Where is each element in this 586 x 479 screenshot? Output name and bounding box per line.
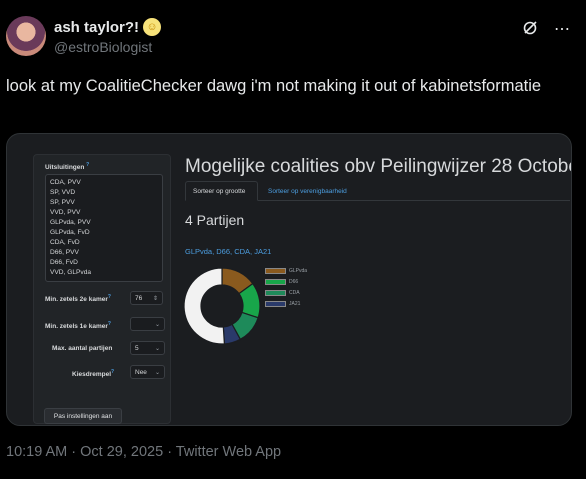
- legend-item: JA21: [265, 298, 307, 309]
- smiley-emoji-icon: ☺: [143, 18, 162, 36]
- max-parties-select[interactable]: 5 ⌄: [130, 341, 165, 355]
- tweet-actions: ⋯: [522, 20, 570, 40]
- min-seats-2nd-stepper[interactable]: 76 ⇕: [130, 291, 163, 305]
- settings-panel: Uitsluitingen ? CDA, PVV SP, VVD SP, PVV VV…: [33, 154, 171, 424]
- min-seats-2nd-label: Min. zetels 2e kamer?: [45, 294, 111, 304]
- min-seats-1st-select[interactable]: ⌄: [130, 317, 165, 331]
- author-row: ash taylor?! ☺: [54, 18, 162, 36]
- exclusions-label: Uitsluitingen ?: [45, 162, 90, 172]
- threshold-label: Kiesdrempel?: [72, 369, 115, 379]
- tab-sort-size[interactable]: Sorteer op grootte: [185, 181, 258, 201]
- exclusion-item: SP, VVD: [50, 189, 76, 196]
- exclusion-item: GLPvda, FvD: [50, 229, 90, 236]
- tweet-timestamp[interactable]: 10:19 AM · Oct 29, 2025 · Twitter Web Ap…: [6, 444, 281, 460]
- exclusion-item: VVD, GLPvda: [50, 269, 92, 276]
- chevron-down-icon: ⌄: [154, 321, 160, 328]
- exclusion-item: CDA, PVV: [50, 179, 81, 186]
- legend-swatch: [265, 300, 286, 307]
- tweet-text: look at my CoalitieChecker dawg i'm not …: [6, 77, 542, 95]
- legend-label: JA21: [289, 300, 301, 307]
- apply-settings-button[interactable]: Pas instellingen aan: [44, 408, 122, 424]
- legend-label: CDA: [289, 289, 300, 296]
- legend-swatch: [265, 267, 286, 274]
- threshold-select[interactable]: Nee ⌄: [130, 365, 165, 379]
- party-count: 4 Partijen: [185, 212, 245, 228]
- sort-tabs: Sorteer op grootte Sorteer op verenigbaa…: [185, 181, 570, 201]
- legend-item: D66: [265, 276, 307, 287]
- page-title: Mogelijke coalities obv Peilingwijzer 28…: [185, 156, 572, 177]
- legend-item: CDA: [265, 287, 307, 298]
- coalition-donut-chart: [183, 267, 261, 345]
- avatar[interactable]: [6, 16, 46, 56]
- exclusion-item: D66, FvD: [50, 259, 78, 266]
- handle[interactable]: @estroBiologist: [54, 39, 152, 55]
- min-seats-1st-label: Min. zetels 1e kamer?: [45, 321, 111, 331]
- chevron-down-icon: ⌄: [154, 345, 160, 352]
- exclusion-item: SP, PVV: [50, 199, 75, 206]
- donut-slice-remainder: [183, 267, 226, 345]
- exclusion-item: GLPvda, PVV: [50, 219, 91, 226]
- grok-icon[interactable]: [522, 20, 538, 40]
- chevron-down-icon: ⌄: [154, 369, 160, 376]
- more-options-icon[interactable]: ⋯: [554, 22, 570, 38]
- legend-swatch: [265, 278, 286, 285]
- legend-item: GLPvda: [265, 265, 307, 276]
- coalition-link[interactable]: GLPvda, D66, CDA, JA21: [185, 247, 271, 256]
- legend-label: D66: [289, 278, 299, 285]
- embedded-screenshot[interactable]: Uitsluitingen ? CDA, PVV SP, VVD SP, PVV VV…: [6, 133, 572, 426]
- display-name[interactable]: ash taylor?!: [54, 19, 139, 36]
- max-parties-label: Max. aantal partijen: [52, 345, 113, 352]
- exclusions-textarea[interactable]: CDA, PVV SP, VVD SP, PVV VVD, PVV GLPvda, PV…: [45, 174, 163, 282]
- exclusion-item: CDA, FvD: [50, 239, 80, 246]
- legend-label: GLPvda: [289, 267, 308, 274]
- chart-legend: GLPvda D66 CDA JA21: [265, 265, 307, 309]
- tab-sort-compat[interactable]: Sorteer op verenigbaarheid: [261, 181, 354, 201]
- exclusion-item: D66, PVV: [50, 249, 79, 256]
- exclusion-item: VVD, PVV: [50, 209, 81, 216]
- legend-swatch: [265, 289, 286, 296]
- stepper-icon: ⇕: [152, 295, 158, 302]
